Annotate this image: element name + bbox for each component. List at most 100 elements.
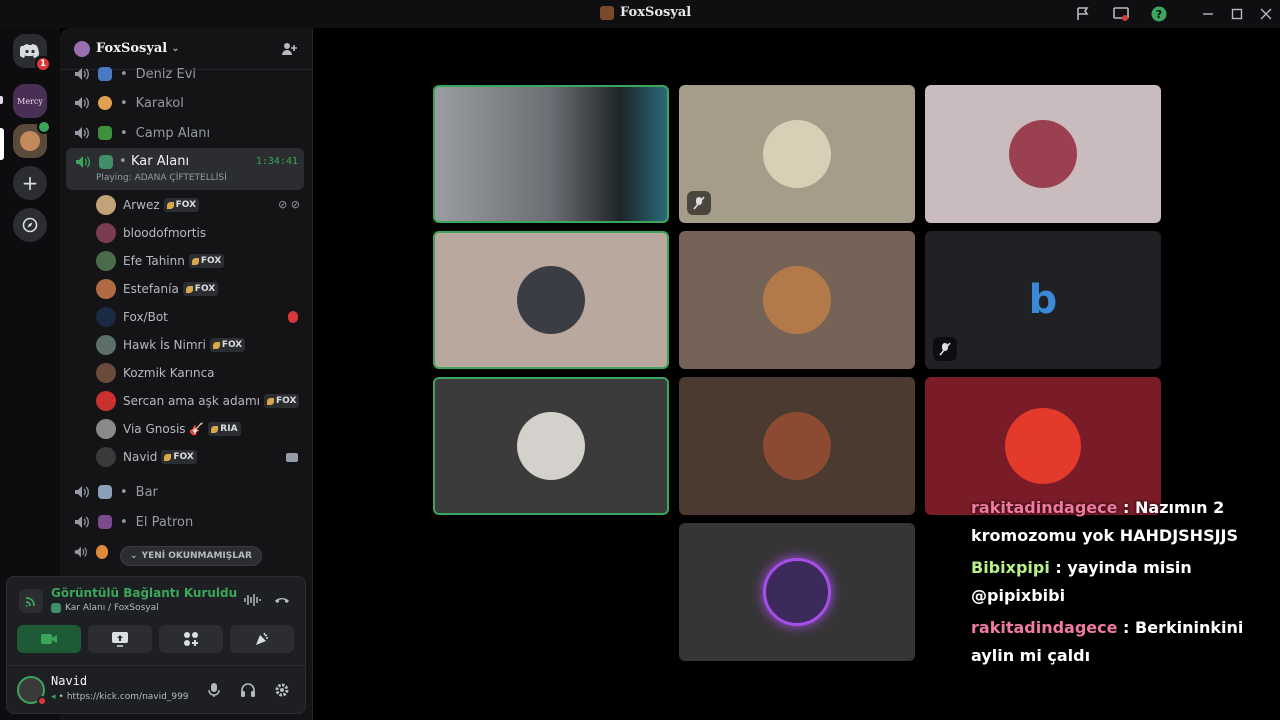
invite-user-icon[interactable] — [281, 41, 297, 57]
participant-avatar — [763, 412, 831, 480]
participant-avatar — [763, 558, 831, 626]
member-name: Fox/Bot — [123, 310, 168, 324]
speaker-icon — [76, 156, 90, 168]
voice-channel-deniz-evi[interactable]: • Deniz Evi — [74, 60, 304, 88]
voice-member[interactable]: Sercan ama aşk adamı FOX — [96, 387, 300, 415]
unread-indicator — [0, 96, 3, 104]
chat-message: rakitadindagece : Berkininkini aylin mi … — [971, 614, 1280, 670]
member-name: Via Gnosis 🎸 — [123, 422, 205, 436]
soundboard-button[interactable] — [230, 625, 294, 653]
settings-gear-icon[interactable] — [274, 682, 290, 698]
noise-suppression-icon[interactable] — [243, 592, 261, 608]
activities-button[interactable] — [159, 625, 223, 653]
plus-icon: + — [21, 171, 39, 195]
chevron-down-icon: ⌄ — [171, 43, 180, 54]
voice-member[interactable]: Estefanía FOX — [96, 275, 300, 303]
voice-member[interactable]: Fox/Bot — [96, 303, 300, 331]
leaf-icon — [191, 257, 199, 265]
voice-channel-partial[interactable] — [74, 538, 114, 566]
voice-member[interactable]: Efe Tahinn FOX — [96, 247, 300, 275]
participant-video-tile[interactable] — [925, 85, 1161, 223]
stream-chat-overlay: rakitadindagece : Nazımın 2 kromozomu yo… — [971, 494, 1280, 674]
voice-location[interactable]: Kar Alanı / FoxSosyal — [51, 603, 159, 613]
speaker-icon — [75, 97, 89, 109]
participant-avatar: b — [1028, 277, 1058, 323]
voice-member[interactable]: Arwez FOX ⊘ ⊘ — [96, 191, 300, 219]
participant-avatar — [1005, 408, 1081, 484]
avatar — [96, 447, 116, 467]
participant-video-tile[interactable] — [679, 377, 915, 515]
chat-message: Bibixpipi : yayinda misin @pipixbibi — [971, 554, 1280, 610]
member-name: Navid — [123, 450, 158, 464]
flame-emoji-icon — [95, 545, 108, 559]
screen-share-icon[interactable] — [1113, 6, 1129, 22]
soundboard-icon — [256, 632, 268, 645]
leaf-icon — [266, 397, 274, 405]
video-off-icon — [687, 191, 711, 215]
participant-video-tile[interactable]: b — [925, 231, 1161, 369]
voice-channel-bar[interactable]: • Bar — [74, 478, 304, 506]
video-button[interactable] — [17, 625, 81, 653]
notification-badge: 1 — [35, 56, 51, 72]
voice-active-badge — [37, 120, 51, 134]
voice-channel-camp-alani[interactable]: • Camp Alanı — [74, 119, 304, 147]
leaf-icon — [212, 341, 220, 349]
new-unreads-button[interactable]: ⌄ YENİ OKUNMAMIŞLAR — [120, 546, 262, 566]
active-server-indicator — [0, 128, 4, 160]
voice-member[interactable]: Hawk İs Nimri FOX — [96, 331, 300, 359]
flag-icon[interactable] — [1075, 6, 1091, 22]
user-custom-status: ◂ • https://kick.com/navid_999 — [51, 692, 189, 702]
mic-muted-icon — [933, 337, 957, 361]
avatar — [96, 251, 116, 271]
member-name: Efe Tahinn — [123, 254, 185, 268]
avatar — [96, 335, 116, 355]
server-mercy[interactable]: Mercy — [13, 84, 47, 118]
member-name: Sercan ama aşk adamı — [123, 394, 260, 408]
share-screen-button[interactable] — [88, 625, 152, 653]
chevron-down-icon: ⌄ — [130, 551, 138, 561]
voice-member[interactable]: Kozmik Karınca — [96, 359, 300, 387]
participant-video-tile[interactable] — [433, 231, 669, 369]
close-icon[interactable] — [1258, 6, 1274, 22]
guild-name: FoxSosyal — [96, 41, 168, 56]
home-button[interactable]: 1 — [13, 34, 51, 72]
leaf-icon — [166, 201, 174, 209]
discover-button[interactable] — [13, 208, 47, 242]
police-emoji-icon — [98, 96, 112, 110]
speaker-icon — [75, 127, 89, 139]
voice-channel-el-patron[interactable]: • El Patron — [74, 508, 304, 536]
avatar — [96, 195, 116, 215]
camera-icon — [41, 634, 57, 644]
chat-username: rakitadindagece — [971, 618, 1118, 637]
voice-member[interactable]: Via Gnosis 🎸 RIA — [96, 415, 300, 443]
participant-video-tile[interactable] — [679, 523, 915, 661]
activity-icon — [184, 632, 198, 646]
add-server-button[interactable]: + — [13, 166, 47, 200]
voice-member[interactable]: Navid FOX — [96, 443, 300, 471]
headphones-icon[interactable] — [240, 682, 256, 698]
participant-video-tile[interactable] — [679, 85, 915, 223]
disconnect-icon[interactable] — [273, 592, 291, 608]
voice-member[interactable]: bloodofmortis — [96, 219, 300, 247]
channel-timer: 1:34:41 — [255, 156, 298, 167]
leaf-icon — [211, 425, 219, 433]
microphone-icon[interactable] — [207, 682, 221, 698]
avatar — [96, 419, 116, 439]
speaker-icon — [75, 486, 89, 498]
participant-video-tile[interactable] — [679, 231, 915, 369]
maximize-icon[interactable] — [1229, 6, 1245, 22]
compass-icon — [22, 217, 38, 233]
speaker-icon — [74, 546, 87, 558]
chat-username: Bibixpipi — [971, 558, 1050, 577]
voice-channel-kar-alani[interactable]: • Kar Alanı 1:34:41 Playing: ADANA ÇİFTE… — [66, 148, 304, 190]
picture-emoji-icon — [98, 485, 112, 499]
help-icon[interactable]: ? — [1151, 6, 1167, 22]
minimize-icon[interactable] — [1200, 6, 1216, 22]
window-title: FoxSosyal — [600, 5, 691, 20]
participant-video-tile[interactable] — [433, 377, 669, 515]
server-foxsosyal[interactable] — [13, 120, 51, 158]
voice-channel-karakol[interactable]: • Karakol — [74, 89, 304, 117]
participant-video-tile[interactable] — [433, 85, 669, 223]
server-fox-icon — [20, 131, 40, 151]
discord-logo-icon — [20, 44, 39, 58]
